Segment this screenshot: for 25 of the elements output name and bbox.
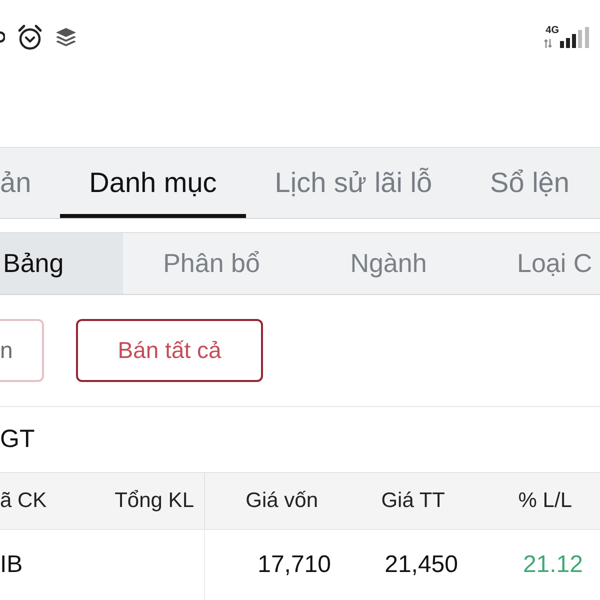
tab[interactable]: Sổ lện	[461, 148, 598, 218]
layers-icon	[55, 27, 77, 47]
column-header: Tổng KL	[110, 473, 205, 529]
summary-label: GT	[0, 425, 35, 454]
column-header: ã CK	[0, 488, 48, 514]
column-header: Giá TT	[380, 488, 446, 514]
view-tab[interactable]: Phân bổ	[123, 233, 300, 294]
tab[interactable]: Lịch sử lãi lỗ	[246, 148, 462, 218]
action-button[interactable]: n	[0, 319, 44, 382]
table-cell-text: 21,450	[384, 550, 459, 580]
table-cell-text: 21.12	[522, 550, 584, 580]
alarm-clock-icon	[17, 24, 43, 50]
network-type-label: 4G	[546, 26, 559, 36]
table-cell-text: IB	[0, 550, 24, 580]
column-header: Giá vốn	[244, 488, 319, 514]
table-cell-text: 17,710	[256, 550, 332, 580]
sell-all-button[interactable]: Bán tất cả	[76, 319, 263, 382]
view-tab[interactable]: Loại C	[477, 233, 600, 294]
view-tab[interactable]: Bảng	[0, 233, 123, 294]
data-arrows-icon	[544, 39, 552, 48]
signal-bars-icon	[560, 27, 590, 48]
column-header: % L/L	[517, 488, 573, 514]
tab[interactable]: ản	[0, 148, 60, 218]
view-tab[interactable]: Ngành	[300, 233, 477, 294]
tab[interactable]: Danh mục	[60, 148, 246, 218]
